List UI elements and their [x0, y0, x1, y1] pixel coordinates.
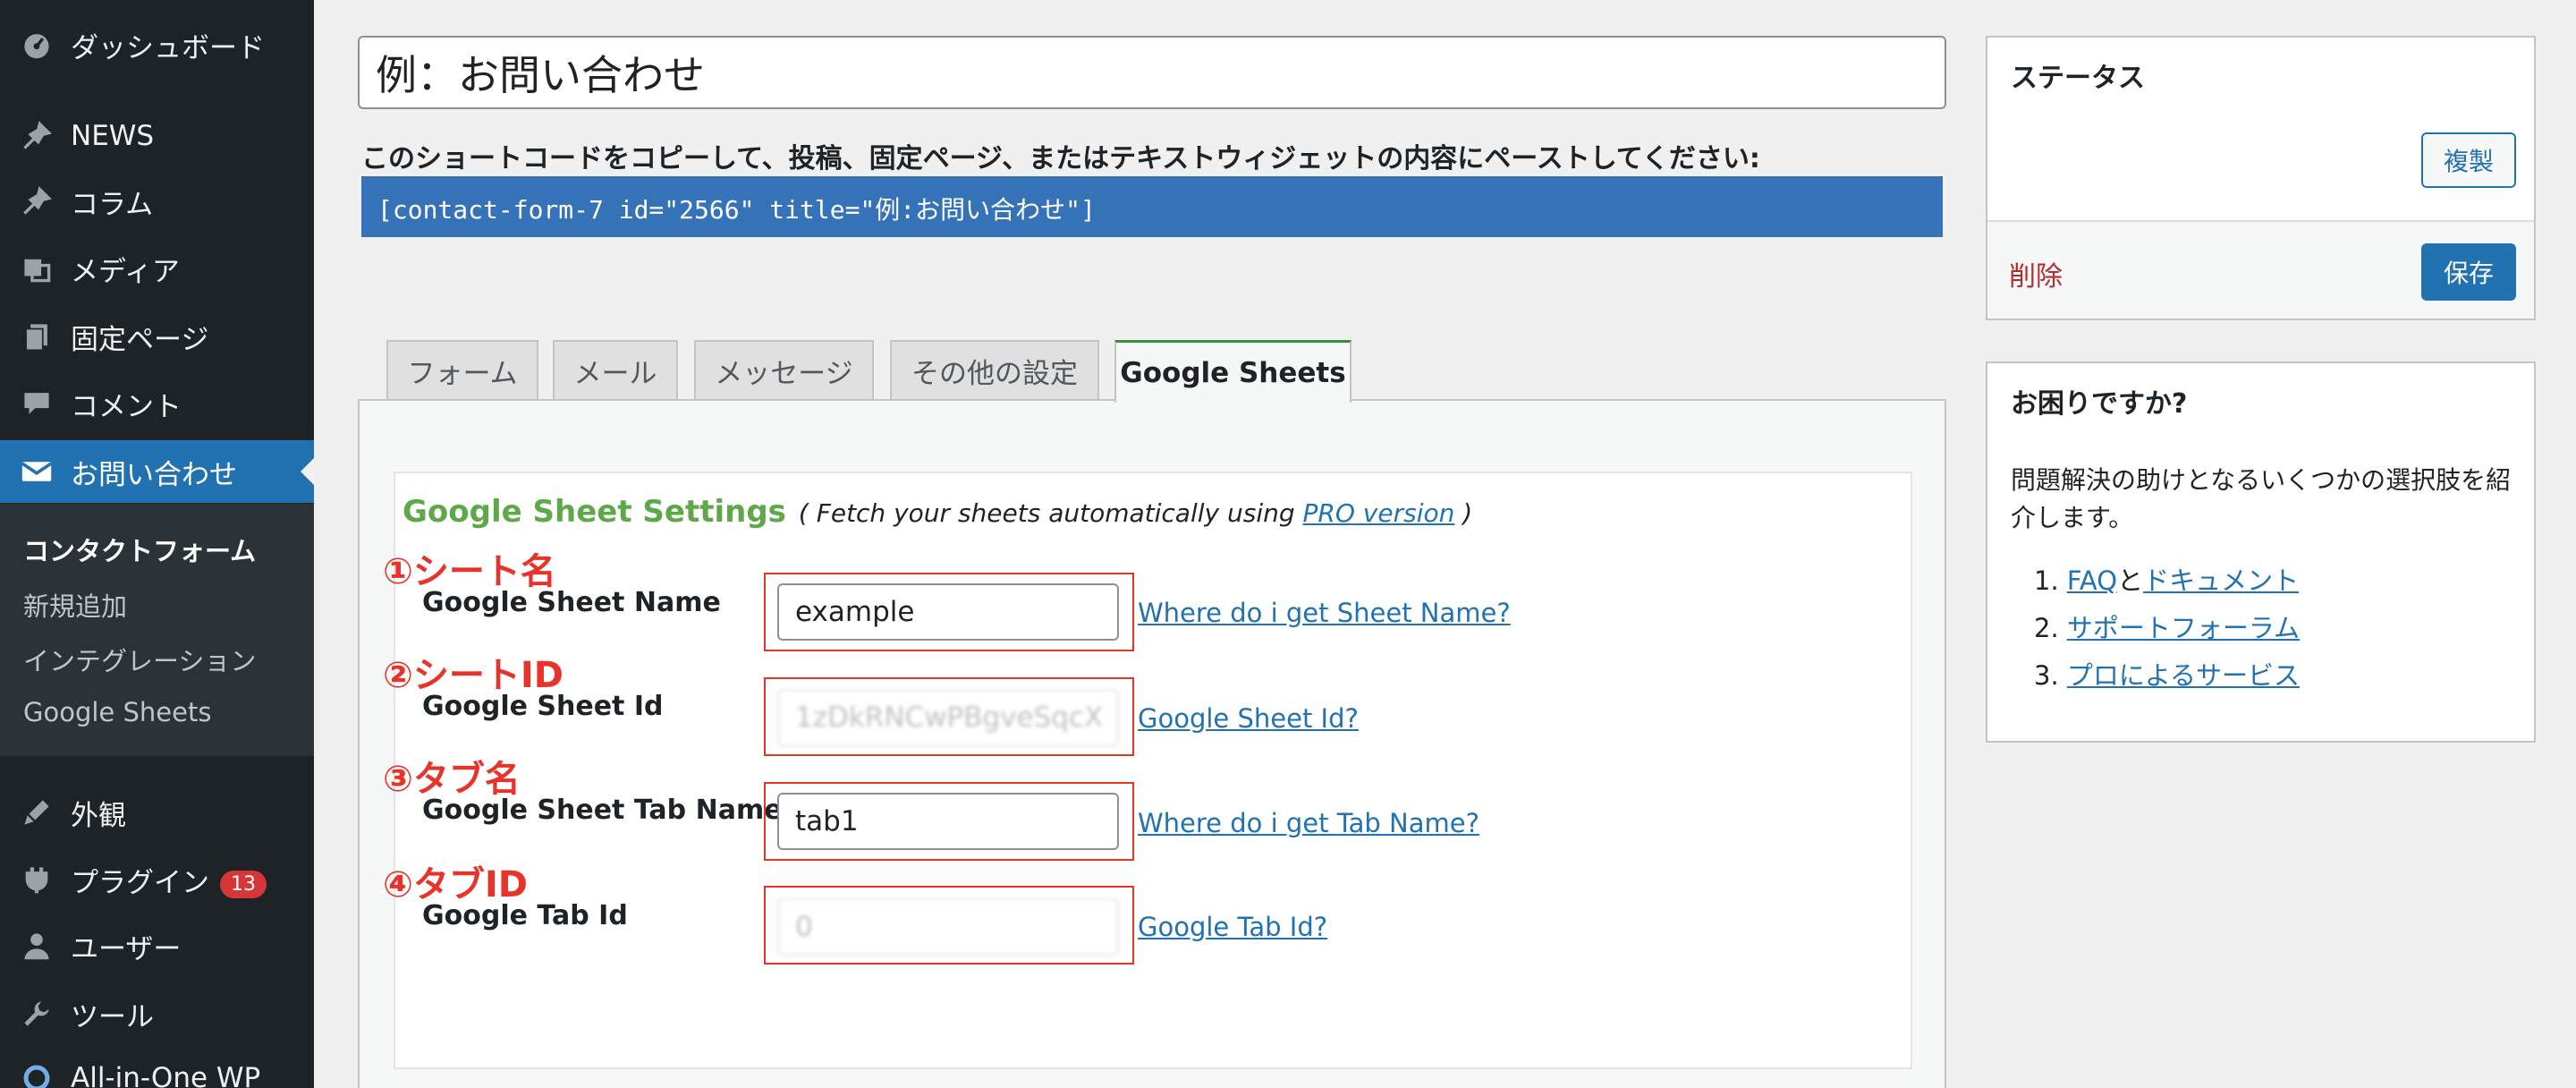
sheet-id-help-link[interactable]: Google Sheet Id?: [1138, 703, 1359, 734]
tab-messages[interactable]: メッセージ: [694, 340, 874, 399]
tab-google-sheets[interactable]: Google Sheets: [1114, 340, 1352, 403]
faq-link[interactable]: FAQ: [2067, 565, 2117, 596]
menu-label: All-in-One WP: [71, 1062, 261, 1088]
settings-heading: Google Sheet Settings ( Fetch your sheets…: [402, 494, 1472, 530]
plugin-icon: [20, 863, 54, 897]
menu-pages[interactable]: 固定ページ: [0, 305, 314, 368]
note-suffix: ): [1454, 498, 1473, 528]
shortcode-instructions: このショートコードをコピーして、投稿、固定ページ、またはテキストウィジェットの内…: [361, 143, 1760, 174]
migration-icon: [20, 1061, 54, 1088]
menu-label: ダッシュボード: [71, 31, 265, 64]
menu-dashboard[interactable]: ダッシュボード: [0, 13, 314, 76]
tab-name-input[interactable]: [777, 793, 1119, 850]
menu-label: コラム: [71, 188, 154, 221]
duplicate-button[interactable]: 複製: [2421, 132, 2516, 188]
tab-form[interactable]: フォーム: [386, 340, 538, 399]
settings-title: Google Sheet Settings: [402, 494, 786, 530]
help-box: お困りですか? 問題解決の助けとなるいくつかの選択肢を紹介します。 1. FAQ…: [1986, 361, 2536, 743]
label-sheet-id: Google Sheet Id: [422, 691, 664, 722]
status-footer: 削除 保存: [1987, 220, 2534, 319]
pin-icon: [20, 184, 54, 218]
menu-label: お問い合わせ: [71, 458, 237, 491]
sheet-id-input[interactable]: [777, 689, 1119, 746]
support-forum-link[interactable]: サポートフォーラム: [2067, 613, 2300, 643]
menu-label: コメント: [71, 390, 182, 423]
update-count-badge: 13: [220, 870, 267, 898]
help-item-forum: 2. サポートフォーラム: [2034, 608, 2300, 645]
submenu-google-sheets[interactable]: Google Sheets: [23, 697, 211, 727]
menu-label: ツール: [71, 1000, 154, 1033]
tab-other-settings[interactable]: その他の設定: [890, 340, 1099, 399]
sheet-name-help-link[interactable]: Where do i get Sheet Name?: [1138, 598, 1511, 628]
dashboard-icon: [20, 28, 54, 62]
status-title: ステータス: [2011, 63, 2145, 94]
tab-mail[interactable]: メール: [553, 340, 678, 399]
menu-comments[interactable]: コメント: [0, 372, 314, 435]
pro-version-link[interactable]: PRO version: [1303, 498, 1455, 528]
item-number: 3.: [2034, 660, 2059, 691]
help-title: お困りですか?: [2011, 388, 2188, 420]
tab-id-help-link[interactable]: Google Tab Id?: [1138, 912, 1327, 942]
menu-media[interactable]: メディア: [0, 237, 314, 300]
save-button[interactable]: 保存: [2421, 243, 2516, 301]
tab-name-help-link[interactable]: Where do i get Tab Name?: [1138, 808, 1479, 838]
google-sheet-settings-box: [394, 472, 1912, 1069]
delete-link[interactable]: 削除: [2009, 254, 2063, 293]
comment-icon: [20, 387, 54, 421]
menu-contact[interactable]: お問い合わせ: [0, 440, 314, 503]
admin-sidebar: ダッシュボード NEWS コラム メディア 固定ページ コメント お問い合わせ …: [0, 0, 314, 1088]
item-text: と: [2117, 565, 2144, 596]
menu-plugins[interactable]: プラグイン 13: [0, 848, 314, 911]
help-description: 問題解決の助けとなるいくつかの選択肢を紹介します。: [2011, 465, 2512, 532]
brush-icon: [20, 795, 54, 829]
item-number: 1.: [2034, 565, 2059, 596]
settings-note: ( Fetch your sheets automatically using …: [799, 498, 1472, 528]
pro-services-link[interactable]: プロによるサービス: [2067, 660, 2300, 691]
status-box: ステータス 複製 削除 保存: [1986, 36, 2536, 320]
menu-tools[interactable]: ツール: [0, 982, 314, 1045]
mail-icon: [20, 455, 54, 489]
label-tab-name: Google Sheet Tab Name: [422, 795, 783, 826]
menu-users[interactable]: ユーザー: [0, 914, 314, 977]
help-item-pro: 3. プロによるサービス: [2034, 655, 2300, 693]
docs-link[interactable]: ドキュメント: [2143, 565, 2299, 596]
menu-label: メディア: [71, 255, 180, 288]
tab-id-input[interactable]: [777, 898, 1119, 956]
wrench-icon: [20, 997, 54, 1031]
submenu-contact-forms[interactable]: コンタクトフォーム: [23, 531, 256, 568]
submenu-add-new[interactable]: 新規追加: [23, 586, 127, 624]
menu-label: 外観: [71, 799, 126, 832]
menu-label: NEWS: [71, 120, 155, 152]
plugins-label: プラグイン: [71, 866, 209, 899]
menu-appearance[interactable]: 外観: [0, 781, 314, 844]
note-prefix: ( Fetch your sheets automatically using: [798, 498, 1303, 528]
media-icon: [20, 251, 54, 285]
menu-label: 固定ページ: [71, 323, 209, 356]
menu-label: ユーザー: [71, 932, 182, 965]
shortcode-field[interactable]: [contact-form-7 id="2566" title="例:お問い合わ…: [361, 176, 1943, 237]
menu-news[interactable]: NEWS: [0, 105, 314, 167]
user-icon: [20, 929, 54, 963]
menu-column[interactable]: コラム: [0, 170, 314, 233]
page-icon: [20, 319, 54, 353]
menu-all-in-one-wp[interactable]: All-in-One WP: [0, 1047, 314, 1088]
label-tab-id: Google Tab Id: [422, 900, 628, 931]
contact-submenu: コンタクトフォーム 新規追加 インテグレーション Google Sheets: [0, 504, 314, 756]
sheet-name-input[interactable]: [777, 583, 1119, 641]
menu-label: プラグイン 13: [71, 860, 267, 900]
submenu-integration[interactable]: インテグレーション: [23, 641, 256, 678]
help-item-faq: 1. FAQとドキュメント: [2034, 560, 2299, 598]
item-number: 2.: [2034, 613, 2059, 643]
form-title-input[interactable]: [358, 36, 1946, 109]
pin-icon: [20, 119, 54, 153]
label-sheet-name: Google Sheet Name: [422, 587, 721, 618]
